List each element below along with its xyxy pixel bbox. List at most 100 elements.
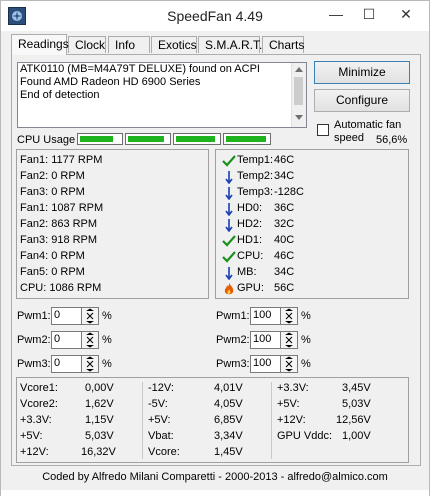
- detection-log[interactable]: ATK0110 (MB=M4A79T DELUXE) found on ACPI…: [17, 62, 307, 128]
- temp-name: MB:: [237, 266, 257, 278]
- voltage-name: Vcore:: [148, 446, 180, 458]
- pwm-unit: %: [102, 358, 112, 370]
- voltage-value: 4,01V: [214, 382, 243, 394]
- temp-value: 46C: [274, 154, 295, 166]
- tab-info[interactable]: Info: [108, 36, 150, 53]
- voltage-name: +12V:: [20, 446, 49, 458]
- arrow-down-icon: [225, 187, 233, 200]
- pwm-spinner[interactable]: 100: [250, 331, 298, 349]
- title-bar[interactable]: SpeedFan 4.49 — ☐ ✕: [1, 1, 429, 31]
- tab-charts[interactable]: Charts: [262, 36, 304, 53]
- fan-value: 0 RPM: [51, 186, 85, 198]
- column-divider: [271, 382, 272, 459]
- spinner-arrows-icon[interactable]: [280, 332, 297, 348]
- scroll-up-icon[interactable]: [295, 67, 303, 72]
- cpu-core-fill: [80, 136, 113, 142]
- voltage-value: 1,15V: [85, 414, 114, 426]
- fan-name: CPU:: [20, 282, 47, 294]
- temp-value: 36C: [274, 202, 295, 214]
- fan-name: Fan1:: [20, 202, 49, 214]
- voltage-value: 6,85V: [214, 414, 243, 426]
- voltage-name: +3.3V:: [20, 414, 52, 426]
- check-icon: [222, 251, 236, 263]
- voltage-name: Vcore2:: [20, 398, 58, 410]
- cpu-core-bar: [125, 133, 171, 145]
- spinner-arrows-icon[interactable]: [81, 308, 98, 324]
- voltage-name: +5V:: [20, 430, 43, 442]
- log-line: End of detection: [20, 89, 100, 101]
- scroll-thumb[interactable]: [294, 77, 303, 105]
- voltage-value: 4,05V: [214, 398, 243, 410]
- temp-name: HD0:: [237, 202, 263, 214]
- log-scrollbar[interactable]: [291, 63, 306, 127]
- tab-smart[interactable]: S.M.A.R.T.: [198, 36, 262, 53]
- minimize-window-button[interactable]: —: [321, 1, 351, 29]
- pwm-spinner[interactable]: 0: [51, 355, 99, 373]
- pwm-spinner[interactable]: 100: [250, 307, 298, 325]
- tab-clock[interactable]: Clock: [68, 36, 106, 53]
- arrow-down-icon: [225, 267, 233, 280]
- cpu-core-bar: [77, 133, 123, 145]
- fan-name: Fan2:: [20, 170, 49, 182]
- tab-readings[interactable]: Readings: [11, 34, 69, 55]
- automatic-fan-speed-checkbox[interactable]: [317, 124, 329, 136]
- temp-name: HD2:: [237, 218, 263, 230]
- pwm-value[interactable]: 100: [253, 333, 271, 345]
- spinner-arrows-icon[interactable]: [280, 308, 297, 324]
- voltage-name: +5V:: [148, 414, 171, 426]
- fan-reading: Fan4: 0 RPM: [20, 250, 85, 262]
- pwm-unit: %: [301, 358, 311, 370]
- pwm-spinner[interactable]: 0: [51, 331, 99, 349]
- check-icon: [222, 235, 236, 247]
- log-line: ATK0110 (MB=M4A79T DELUXE) found on ACPI: [20, 63, 260, 75]
- pwm-value[interactable]: 0: [54, 357, 60, 369]
- voltage-name: Vcore1:: [20, 382, 58, 394]
- minimize-button[interactable]: Minimize: [314, 61, 410, 84]
- fan-name: Fan1:: [20, 154, 49, 166]
- fan-name: Fan2:: [20, 218, 49, 230]
- spinner-arrows-icon[interactable]: [81, 332, 98, 348]
- voltage-value: 0,00V: [85, 382, 114, 394]
- pwm-label: Pwm3:: [17, 358, 51, 370]
- maximize-window-button[interactable]: ☐: [354, 1, 384, 29]
- pwm-value[interactable]: 0: [54, 333, 60, 345]
- temp-value: 34C: [274, 266, 295, 278]
- pwm-value[interactable]: 100: [253, 309, 271, 321]
- pwm-value[interactable]: 0: [54, 309, 60, 321]
- temp-value: -128C: [274, 186, 304, 198]
- spinner-arrows-icon[interactable]: [280, 356, 297, 372]
- voltage-value: 3,34V: [214, 430, 243, 442]
- temp-value: 46C: [274, 250, 295, 262]
- cpu-usage-label: CPU Usage: [17, 134, 76, 146]
- close-window-button[interactable]: ✕: [391, 1, 421, 29]
- cpu-core-fill: [128, 136, 164, 142]
- fan-value: 0 RPM: [51, 170, 85, 182]
- speedfan-window: SpeedFan 4.49 — ☐ ✕ Readings Clock Info …: [0, 0, 430, 496]
- pwm-label: Pwm3:: [216, 358, 250, 370]
- configure-button[interactable]: Configure: [314, 89, 410, 112]
- fan-value: 863 RPM: [51, 218, 98, 230]
- cpu-core-fill: [176, 136, 215, 142]
- scroll-down-icon[interactable]: [295, 115, 303, 120]
- pwm-label: Pwm1:: [17, 310, 51, 322]
- pwm-value[interactable]: 100: [253, 357, 271, 369]
- voltage-value: 1,00V: [342, 430, 371, 442]
- fan-value: 0 RPM: [51, 250, 85, 262]
- cpu-core-bar: [223, 133, 271, 145]
- temp-name: Temp2:: [237, 170, 274, 182]
- pwm-spinner[interactable]: 100: [250, 355, 298, 373]
- spinner-arrows-icon[interactable]: [81, 356, 98, 372]
- pwm-spinner[interactable]: 0: [51, 307, 99, 325]
- cpu-core-bar: [173, 133, 221, 145]
- voltage-name: +3.3V:: [277, 382, 309, 394]
- temp-value: 32C: [274, 218, 295, 230]
- voltage-name: GPU Vddc:: [277, 430, 333, 442]
- temp-name: Temp3:: [237, 186, 274, 198]
- temp-value: 40C: [274, 234, 295, 246]
- log-line: Found AMD Radeon HD 6900 Series: [20, 76, 201, 88]
- fan-value: 1087 RPM: [51, 202, 104, 214]
- temp-name: Temp1:: [237, 154, 274, 166]
- tab-exotics[interactable]: Exotics: [151, 36, 197, 53]
- pwm-label: Pwm2:: [216, 334, 250, 346]
- arrow-down-icon: [225, 203, 233, 216]
